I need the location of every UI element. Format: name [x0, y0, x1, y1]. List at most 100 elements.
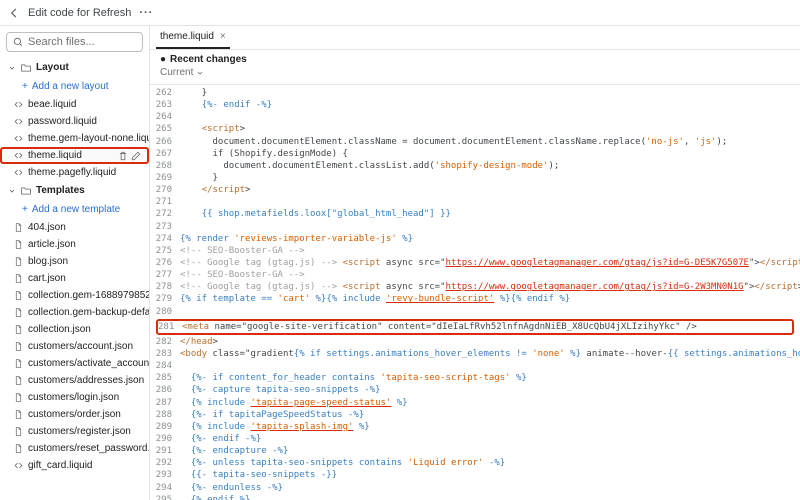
- code-line[interactable]: 274{% render 'reviews-importer-variable-…: [150, 233, 800, 245]
- code-line[interactable]: 264: [150, 111, 800, 123]
- code-line[interactable]: 282</head>: [150, 336, 800, 348]
- file-item[interactable]: customers/login.json: [0, 389, 149, 406]
- line-number: 277: [150, 269, 180, 281]
- code-line[interactable]: 263 {%- endif -%}: [150, 99, 800, 111]
- folder-layout[interactable]: Layout: [0, 58, 149, 77]
- close-icon[interactable]: ×: [220, 31, 226, 42]
- file-label: blog.json: [28, 256, 68, 267]
- code-line[interactable]: 279{% if template == 'cart' %}{% include…: [150, 293, 800, 305]
- line-content: if (Shopify.designMode) {: [180, 148, 800, 160]
- code-line[interactable]: 271: [150, 196, 800, 208]
- code-icon: [14, 100, 23, 109]
- file-item[interactable]: gift_card.liquid: [0, 457, 149, 474]
- code-line[interactable]: 276<!-- Google tag (gtag.js) --> <script…: [150, 257, 800, 269]
- code-line[interactable]: 267 if (Shopify.designMode) {: [150, 148, 800, 160]
- file-item[interactable]: customers/account.json: [0, 338, 149, 355]
- file-item[interactable]: customers/activate_account.json: [0, 355, 149, 372]
- file-label: customers/order.json: [28, 409, 121, 420]
- folder-templates[interactable]: Templates: [0, 181, 149, 200]
- code-editor[interactable]: 262 }263 {%- endif -%}264265 <script>266…: [150, 85, 800, 500]
- file-item[interactable]: 404.json: [0, 219, 149, 236]
- code-line[interactable]: 284: [150, 360, 800, 372]
- code-line[interactable]: 288 {%- if tapitaPageSpeedStatus -%}: [150, 409, 800, 421]
- code-line[interactable]: 290 {%- endif -%}: [150, 433, 800, 445]
- code-line[interactable]: 277<!-- SEO-Booster-GA -->: [150, 269, 800, 281]
- file-icon: [14, 427, 23, 436]
- code-line[interactable]: 262 }: [150, 87, 800, 99]
- line-number: 288: [150, 409, 180, 421]
- code-line[interactable]: 286 {%- capture tapita-seo-snippets -%}: [150, 384, 800, 396]
- file-label: customers/activate_account.json: [28, 358, 149, 369]
- line-number: 269: [150, 172, 180, 184]
- code-line[interactable]: 281<meta name="google-site-verification"…: [156, 319, 794, 335]
- file-icon: [14, 359, 23, 368]
- file-item[interactable]: theme.liquid: [0, 147, 149, 164]
- code-line[interactable]: 265 <script>: [150, 123, 800, 135]
- code-line[interactable]: 266 document.documentElement.className =…: [150, 136, 800, 148]
- back-icon[interactable]: [8, 7, 20, 19]
- file-item[interactable]: customers/register.json: [0, 423, 149, 440]
- code-line[interactable]: 291 {%- endcapture -%}: [150, 445, 800, 457]
- line-content: {{ shop.metafields.loox["global_html_hea…: [180, 208, 800, 220]
- recent-dropdown[interactable]: Current: [160, 67, 790, 78]
- file-label: customers/register.json: [28, 426, 131, 437]
- file-icon: [14, 376, 23, 385]
- file-item[interactable]: collection.gem-backup-default.js...: [0, 304, 149, 321]
- line-number: 273: [150, 221, 180, 233]
- folder-icon: [21, 186, 31, 196]
- file-label: customers/addresses.json: [28, 375, 144, 386]
- file-icon: [14, 240, 23, 249]
- file-item[interactable]: password.liquid: [0, 113, 149, 130]
- file-item[interactable]: collection.gem-1688979852-tem...: [0, 287, 149, 304]
- code-line[interactable]: 285 {%- if content_for_header contains '…: [150, 372, 800, 384]
- file-item[interactable]: blog.json: [0, 253, 149, 270]
- code-line[interactable]: 292 {%- unless tapita-seo-snippets conta…: [150, 457, 800, 469]
- code-line[interactable]: 294 {%- endunless -%}: [150, 482, 800, 494]
- line-content: {%- endif -%}: [180, 99, 800, 111]
- code-line[interactable]: 280: [150, 306, 800, 318]
- code-line[interactable]: 295 {% endif %}: [150, 494, 800, 500]
- line-number: 289: [150, 421, 180, 433]
- line-content: </script>: [180, 184, 800, 196]
- code-line[interactable]: 270 </script>: [150, 184, 800, 196]
- file-item[interactable]: theme.gem-layout-none.liquid: [0, 130, 149, 147]
- file-item[interactable]: customers/reset_password.json: [0, 440, 149, 457]
- line-number: 286: [150, 384, 180, 396]
- file-item[interactable]: beae.liquid: [0, 96, 149, 113]
- file-icon: [14, 291, 23, 300]
- file-item[interactable]: cart.json: [0, 270, 149, 287]
- code-line[interactable]: 269 }: [150, 172, 800, 184]
- more-icon[interactable]: ···: [139, 7, 153, 19]
- line-content: <!-- Google tag (gtag.js) --> <script as…: [180, 257, 800, 269]
- code-line[interactable]: 293 {{- tapita-seo-snippets -}}: [150, 469, 800, 481]
- page-title: Edit code for Refresh: [28, 7, 131, 19]
- file-label: theme.gem-layout-none.liquid: [28, 133, 149, 144]
- edit-icon[interactable]: [131, 151, 141, 161]
- code-line[interactable]: 287 {% include 'tapita-page-speed-status…: [150, 397, 800, 409]
- file-item[interactable]: customers/order.json: [0, 406, 149, 423]
- add-templates[interactable]: Add a new template: [0, 200, 149, 219]
- code-line[interactable]: 273: [150, 221, 800, 233]
- code-line[interactable]: 283<body class="gradient{% if settings.a…: [150, 348, 800, 360]
- line-number: 272: [150, 208, 180, 220]
- file-icon: [14, 325, 23, 334]
- code-icon: [14, 117, 23, 126]
- code-line[interactable]: 275<!-- SEO-Booster-GA -->: [150, 245, 800, 257]
- line-content: </head>: [180, 336, 800, 348]
- code-line[interactable]: 272 {{ shop.metafields.loox["global_html…: [150, 208, 800, 220]
- delete-icon[interactable]: [118, 151, 128, 161]
- line-number: 281: [158, 321, 182, 333]
- code-line[interactable]: 278<!-- Google tag (gtag.js) --> <script…: [150, 281, 800, 293]
- line-number: 285: [150, 372, 180, 384]
- tab-theme-liquid[interactable]: theme.liquid ×: [156, 26, 230, 49]
- file-label: customers/reset_password.json: [28, 443, 149, 454]
- code-line[interactable]: 268 document.documentElement.classList.a…: [150, 160, 800, 172]
- file-item[interactable]: collection.json: [0, 321, 149, 338]
- add-layout[interactable]: Add a new layout: [0, 77, 149, 96]
- file-item[interactable]: theme.pagefly.liquid: [0, 164, 149, 181]
- file-item[interactable]: article.json: [0, 236, 149, 253]
- search-input[interactable]: Search files...: [6, 32, 143, 52]
- line-content: <body class="gradient{% if settings.anim…: [180, 348, 800, 360]
- file-item[interactable]: customers/addresses.json: [0, 372, 149, 389]
- code-line[interactable]: 289 {% include 'tapita-splash-img' %}: [150, 421, 800, 433]
